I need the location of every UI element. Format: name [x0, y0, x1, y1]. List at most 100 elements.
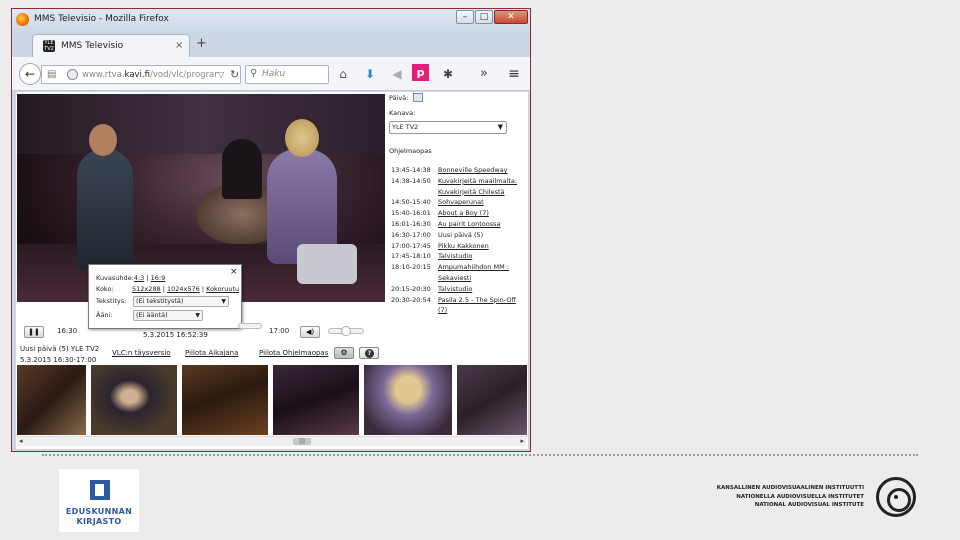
hide-guide-link[interactable]: Piilota Ohjelmaopas [259, 349, 328, 357]
guide-item-title[interactable]: About a Boy (7) [438, 209, 489, 217]
thumbnail[interactable] [457, 365, 527, 435]
jump-link[interactable]: -5min [227, 448, 246, 449]
guide-item-title[interactable]: (7) [438, 306, 447, 314]
scrollbar-thumb[interactable]: ||| [293, 438, 311, 445]
seek-bar[interactable] [238, 323, 262, 329]
vlc-fullversion-link[interactable]: VLC:n täysversio [112, 349, 171, 357]
settings-button[interactable]: ⚙ [334, 347, 354, 359]
volume-knob[interactable] [341, 326, 351, 336]
guide-item-title[interactable]: Pasila 2.5 - The Spin-Off [438, 296, 516, 304]
guide-item[interactable]: 14:38-14:50 Kuvakirjeitä maailmalta: [389, 177, 525, 188]
volume-slider[interactable] [328, 326, 364, 336]
scroll-left-icon[interactable]: ◂ [19, 437, 23, 445]
reload-icon[interactable]: ↻ [230, 68, 239, 81]
time-start: 16:30 [57, 327, 78, 335]
guide-item[interactable]: 14:50-15:40 Sohvaperunat [389, 198, 525, 209]
popup-close-icon[interactable]: × [230, 267, 238, 277]
yle-tv2-favicon-icon: YLE TV2 [43, 40, 55, 52]
jump-links: -60min | -30min | -5min | -20s | +20s | … [169, 448, 383, 449]
jump-link[interactable]: -20s [252, 448, 266, 449]
home-icon[interactable]: ⌂ [335, 66, 351, 82]
guide-item-title[interactable]: Bonneville Speedway [438, 166, 508, 174]
subtitle-select[interactable]: (Ei tekstitystä) [133, 296, 229, 307]
new-tab-icon[interactable]: + [196, 37, 207, 50]
aspect-row: Kuvasuhde:4:3 | 16:9 [96, 274, 166, 282]
hide-timeline-link[interactable]: Piilota Aikajana [185, 349, 238, 357]
tab-close-icon[interactable]: × [175, 40, 183, 51]
thumbnail[interactable] [17, 365, 86, 435]
pause-button[interactable]: ❚❚ [24, 326, 44, 338]
back-button[interactable]: ← [19, 63, 41, 85]
size-row: Koko: 512x288 | 1024x576 | Kokoruutu [96, 285, 240, 293]
guide-item[interactable]: 17:00-17:45 Pikku Kakkonen [389, 242, 525, 253]
aspect-option-4-3[interactable]: 4:3 [134, 274, 144, 282]
jump-link[interactable]: -60min [169, 448, 192, 449]
send-icon[interactable]: ◀ [389, 66, 405, 82]
size-option-512[interactable]: 512x288 [132, 285, 161, 293]
audio-select[interactable]: (Ei ääntä) [133, 310, 203, 321]
guide-item-title[interactable]: Talvistudio [438, 252, 472, 260]
guide-item-time: 17:45-18:10 [391, 252, 431, 261]
guide-item[interactable]: Sekaviesti [389, 274, 525, 285]
guide-item[interactable]: 13:45-14:38 Bonneville Speedway [389, 166, 525, 177]
url-text[interactable]: www.rtva.kavi.fi/vod/vlc/program [82, 70, 218, 80]
minimize-button[interactable]: – [456, 10, 474, 24]
help-button[interactable]: ? [359, 347, 379, 359]
scroll-right-icon[interactable]: ▸ [520, 437, 524, 445]
guide-item-title[interactable]: Talvistudio [438, 285, 472, 293]
download-icon[interactable]: ⬇ [362, 66, 378, 82]
aspect-option-16-9[interactable]: 16:9 [151, 274, 166, 282]
jump-link[interactable]: +5min [296, 448, 318, 449]
search-input[interactable]: Haku [262, 69, 285, 79]
day-label: Päivä: [389, 94, 409, 102]
thumbnail[interactable] [182, 365, 268, 435]
guide-item-title[interactable]: Sohvaperunat [438, 198, 484, 206]
horizontal-scrollbar[interactable]: ◂ ||| ▸ [17, 436, 527, 446]
thumbnail-strip [17, 365, 527, 435]
guide-item-title[interactable]: Kuvakirjeitä maailmalta: [438, 177, 517, 185]
extension-icon[interactable]: ✱ [440, 66, 456, 82]
thumbnail[interactable] [273, 365, 359, 435]
guide-item-title[interactable]: Pikku Kakkonen [438, 242, 489, 250]
guide-item-title[interactable]: Kuvakirjeitä Chilestä [438, 188, 505, 196]
size-option-fullscreen[interactable]: Kokoruutu [206, 285, 239, 293]
size-option-1024[interactable]: 1024x576 [167, 285, 200, 293]
search-box[interactable]: ⚲ Haku [245, 65, 329, 84]
time-end: 17:00 [269, 327, 290, 335]
video-frame-drummer [222, 139, 262, 199]
guide-item-title[interactable]: Sekaviesti [438, 274, 471, 282]
guide-item[interactable]: 15:40-16:01 About a Boy (7) [389, 209, 525, 220]
jump-link[interactable]: +20s [273, 448, 290, 449]
jump-link[interactable]: -30min [198, 448, 221, 449]
bookmarks-icon[interactable]: ▤ [47, 69, 56, 80]
url-bar[interactable]: ▤ www.rtva.kavi.fi/vod/vlc/program ▽ ↻ [41, 65, 241, 84]
maximize-button[interactable]: □ [475, 10, 493, 24]
jump-link[interactable]: +30min [324, 448, 350, 449]
overflow-chevron-icon[interactable]: » [476, 66, 492, 82]
guide-item[interactable]: Kuvakirjeitä Chilestä [389, 188, 525, 199]
guide-item-current[interactable]: 16:30-17:00 Uusi päivä (5) [389, 231, 525, 242]
kavi-name-fi: KANSALLINEN AUDIOVISUAALINEN INSTITUUTTI [716, 485, 864, 491]
video-frame-host [77, 149, 133, 269]
calendar-icon[interactable] [413, 93, 423, 102]
url-dropdown-icon[interactable]: ▽ [218, 70, 224, 79]
mute-button[interactable]: ◀) [300, 326, 320, 338]
thumbnail[interactable] [364, 365, 452, 435]
close-window-button[interactable]: ✕ [494, 10, 528, 24]
guide-item[interactable]: 16:01-16:30 Au pairit Lontoossa [389, 220, 525, 231]
pocket-icon[interactable]: p [412, 64, 429, 81]
guide-item[interactable]: 18:10-20:15 Ampumahiihdon MM : [389, 263, 525, 274]
guide-item-title[interactable]: Uusi päivä (5) [438, 231, 483, 239]
guide-item[interactable]: 20:15-20:30 Talvistudio [389, 285, 525, 296]
tab-mms-televisio[interactable]: YLE TV2 MMS Televisio × [32, 34, 190, 57]
guide-item[interactable]: 17:45-18:10 Talvistudio [389, 252, 525, 263]
channel-select[interactable]: YLE TV2 ▼ [389, 121, 507, 134]
jump-link[interactable]: +60min [357, 448, 383, 449]
hamburger-menu-icon[interactable]: ≡ [506, 66, 522, 82]
thumbnail[interactable] [91, 365, 177, 435]
guide-item[interactable]: 20:30-20:54 Pasila 2.5 - The Spin-Off [389, 296, 525, 307]
guide-item-title[interactable]: Au pairit Lontoossa [438, 220, 501, 228]
window-title: MMS Televisio - Mozilla Firefox [34, 14, 169, 24]
guide-item[interactable]: (7) [389, 306, 525, 317]
guide-item-title[interactable]: Ampumahiihdon MM : [438, 263, 509, 271]
